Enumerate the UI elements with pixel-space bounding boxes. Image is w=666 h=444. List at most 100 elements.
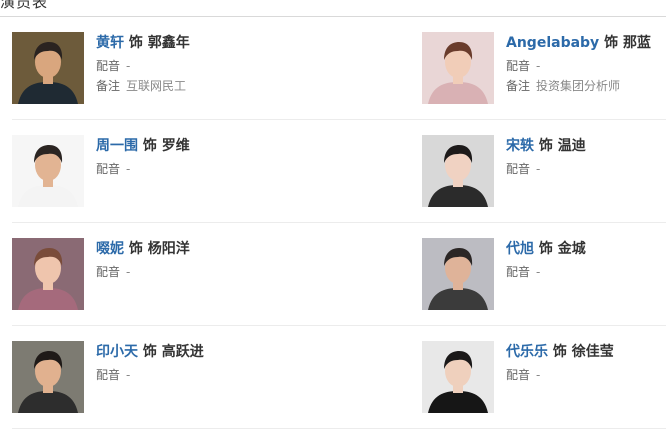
name-line: 周一围 饰 罗维 bbox=[96, 137, 316, 155]
role-name: 郭鑫年 bbox=[147, 35, 190, 51]
role-name: 那蓝 bbox=[622, 35, 651, 51]
actor-name-link[interactable]: 宋轶 bbox=[506, 138, 534, 154]
plays-connector: 饰 bbox=[538, 138, 553, 154]
cast-info: 代乐乐 饰 徐佳莹 配音 - bbox=[506, 343, 666, 383]
voice-value: - bbox=[536, 368, 541, 382]
name-line: 宋轶 饰 温迪 bbox=[506, 137, 666, 155]
name-line: Angelababy 饰 那蓝 bbox=[506, 34, 666, 52]
portrait-icon bbox=[422, 32, 494, 104]
portrait-icon bbox=[422, 238, 494, 310]
plays-connector: 饰 bbox=[538, 241, 553, 257]
note-value: 投资集团分析师 bbox=[536, 79, 621, 93]
role-name: 杨阳洋 bbox=[147, 241, 190, 257]
cast-info: 宋轶 饰 温迪 配音 - bbox=[506, 137, 666, 177]
voice-value: - bbox=[536, 162, 541, 176]
role-name: 罗维 bbox=[161, 138, 190, 154]
cast-info: 周一围 饰 罗维 配音 - bbox=[96, 137, 316, 177]
name-line: 印小天 饰 高跃进 bbox=[96, 343, 316, 361]
voice-row: 配音 - bbox=[96, 58, 316, 74]
actor-photo[interactable] bbox=[422, 135, 494, 207]
voice-label: 配音 bbox=[506, 162, 531, 176]
portrait-icon bbox=[12, 135, 84, 207]
portrait-icon bbox=[422, 341, 494, 413]
voice-row: 配音 - bbox=[506, 58, 666, 74]
voice-label: 配音 bbox=[96, 59, 121, 73]
voice-label: 配音 bbox=[506, 368, 531, 382]
section-title: 演员表 bbox=[0, 0, 49, 11]
actor-name-link[interactable]: 印小天 bbox=[96, 344, 138, 360]
actor-name-link[interactable]: 啜妮 bbox=[96, 241, 124, 257]
note-label: 备注 bbox=[506, 79, 531, 93]
portrait-icon bbox=[12, 238, 84, 310]
cast-info: Angelababy 饰 那蓝 配音 - 备注 投资集团分析师 bbox=[506, 34, 666, 94]
role-name: 徐佳莹 bbox=[571, 344, 614, 360]
actor-name-link[interactable]: 代旭 bbox=[506, 241, 534, 257]
note-label: 备注 bbox=[96, 79, 121, 93]
cast-card[interactable]: 代乐乐 饰 徐佳莹 配音 - bbox=[422, 341, 666, 421]
plays-connector: 饰 bbox=[604, 35, 619, 51]
actor-name-link[interactable]: 周一围 bbox=[96, 138, 138, 154]
voice-row: 配音 - bbox=[96, 367, 316, 383]
note-row: 备注 投资集团分析师 bbox=[506, 78, 666, 94]
voice-row: 配音 - bbox=[506, 161, 666, 177]
actor-photo[interactable] bbox=[12, 32, 84, 104]
actor-photo[interactable] bbox=[422, 32, 494, 104]
actor-photo[interactable] bbox=[12, 341, 84, 413]
role-name: 高跃进 bbox=[161, 344, 204, 360]
name-line: 代乐乐 饰 徐佳莹 bbox=[506, 343, 666, 361]
voice-row: 配音 - bbox=[96, 264, 316, 280]
row-divider bbox=[12, 325, 666, 326]
cast-info: 啜妮 饰 杨阳洋 配音 - bbox=[96, 240, 316, 280]
note-row: 备注 互联网民工 bbox=[96, 78, 316, 94]
voice-label: 配音 bbox=[96, 265, 121, 279]
name-line: 代旭 饰 金城 bbox=[506, 240, 666, 258]
role-name: 金城 bbox=[557, 241, 586, 257]
plays-connector: 饰 bbox=[552, 344, 567, 360]
voice-row: 配音 - bbox=[506, 367, 666, 383]
voice-row: 配音 - bbox=[96, 161, 316, 177]
cast-card[interactable]: 代旭 饰 金城 配音 - bbox=[422, 238, 666, 318]
voice-value: - bbox=[126, 265, 131, 279]
plays-connector: 饰 bbox=[128, 35, 143, 51]
actor-name-link[interactable]: 代乐乐 bbox=[506, 344, 548, 360]
voice-value: - bbox=[536, 265, 541, 279]
actor-photo[interactable] bbox=[422, 238, 494, 310]
voice-value: - bbox=[126, 368, 131, 382]
actor-photo[interactable] bbox=[422, 341, 494, 413]
cast-card[interactable]: 黄轩 饰 郭鑫年 配音 - 备注 互联网民工 bbox=[12, 32, 312, 112]
role-name: 温迪 bbox=[557, 138, 586, 154]
cast-card[interactable]: 周一围 饰 罗维 配音 - bbox=[12, 135, 312, 215]
actor-name-link[interactable]: Angelababy bbox=[506, 35, 599, 51]
cast-card[interactable]: 宋轶 饰 温迪 配音 - bbox=[422, 135, 666, 215]
voice-value: - bbox=[126, 162, 131, 176]
voice-value: - bbox=[536, 59, 541, 73]
name-line: 黄轩 饰 郭鑫年 bbox=[96, 34, 316, 52]
cast-info: 代旭 饰 金城 配音 - bbox=[506, 240, 666, 280]
voice-label: 配音 bbox=[506, 59, 531, 73]
cast-card[interactable]: 啜妮 饰 杨阳洋 配音 - bbox=[12, 238, 312, 318]
row-divider bbox=[12, 222, 666, 223]
actor-photo[interactable] bbox=[12, 238, 84, 310]
row-divider bbox=[12, 428, 666, 429]
voice-value: - bbox=[126, 59, 131, 73]
plays-connector: 饰 bbox=[142, 344, 157, 360]
plays-connector: 饰 bbox=[142, 138, 157, 154]
portrait-icon bbox=[422, 135, 494, 207]
row-divider bbox=[12, 119, 666, 120]
cast-card[interactable]: 印小天 饰 高跃进 配音 - bbox=[12, 341, 312, 421]
note-value: 互联网民工 bbox=[126, 79, 187, 93]
portrait-icon bbox=[12, 32, 84, 104]
name-line: 啜妮 饰 杨阳洋 bbox=[96, 240, 316, 258]
voice-label: 配音 bbox=[96, 162, 121, 176]
voice-row: 配音 - bbox=[506, 264, 666, 280]
cast-card[interactable]: Angelababy 饰 那蓝 配音 - 备注 投资集团分析师 bbox=[422, 32, 666, 112]
portrait-icon bbox=[12, 341, 84, 413]
cast-info: 黄轩 饰 郭鑫年 配音 - 备注 互联网民工 bbox=[96, 34, 316, 94]
cast-info: 印小天 饰 高跃进 配音 - bbox=[96, 343, 316, 383]
section-divider bbox=[0, 16, 666, 17]
voice-label: 配音 bbox=[506, 265, 531, 279]
actor-name-link[interactable]: 黄轩 bbox=[96, 35, 124, 51]
plays-connector: 饰 bbox=[128, 241, 143, 257]
actor-photo[interactable] bbox=[12, 135, 84, 207]
voice-label: 配音 bbox=[96, 368, 121, 382]
